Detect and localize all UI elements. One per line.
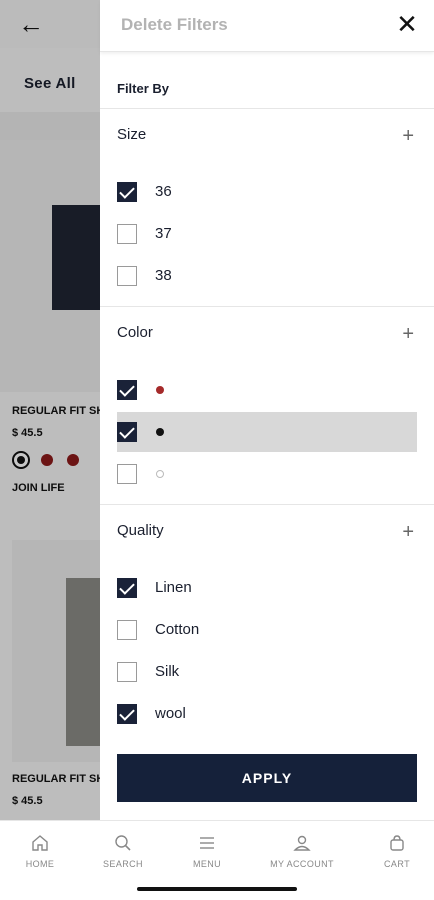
nav-cart[interactable]: CART xyxy=(357,833,434,869)
cart-icon xyxy=(390,835,404,851)
quality-option-wool[interactable]: wool xyxy=(117,694,417,734)
option-label: Silk xyxy=(155,663,180,680)
nav-label: MY ACCOUNT xyxy=(270,859,334,869)
plus-icon[interactable]: + xyxy=(402,126,414,146)
checkbox[interactable] xyxy=(117,266,137,286)
checkbox[interactable] xyxy=(117,224,137,244)
checkbox-checked[interactable] xyxy=(117,182,137,202)
color-dot-black xyxy=(156,428,164,436)
search-icon xyxy=(115,835,131,851)
checkbox-checked[interactable] xyxy=(117,422,137,442)
size-option-36[interactable]: 36 xyxy=(117,172,417,212)
option-label: 38 xyxy=(155,267,172,284)
filter-panel: Delete Filters ✕ Filter By Size + 36 37 … xyxy=(100,0,434,820)
checkbox-checked[interactable] xyxy=(117,578,137,598)
divider xyxy=(100,108,434,109)
divider xyxy=(100,504,434,505)
option-label: 37 xyxy=(155,225,172,242)
nav-my-account[interactable]: MY ACCOUNT xyxy=(262,833,342,869)
nav-label: CART xyxy=(384,859,410,869)
color-dot-white xyxy=(156,470,164,478)
home-icon xyxy=(32,835,48,851)
section-title-quality[interactable]: Quality xyxy=(117,522,164,539)
checkbox[interactable] xyxy=(117,662,137,682)
home-indicator[interactable] xyxy=(137,887,297,891)
apply-button[interactable]: APPLY xyxy=(117,754,417,802)
section-title-size[interactable]: Size xyxy=(117,126,146,143)
checkbox[interactable] xyxy=(117,464,137,484)
size-option-38[interactable]: 38 xyxy=(117,256,417,296)
quality-option-silk[interactable]: Silk xyxy=(117,652,417,692)
color-option-red[interactable] xyxy=(117,370,417,410)
quality-option-cotton[interactable]: Cotton xyxy=(117,610,417,650)
color-option-black[interactable] xyxy=(117,412,417,452)
option-label: wool xyxy=(155,705,186,722)
nav-menu[interactable]: MENU xyxy=(167,833,247,869)
section-title-color[interactable]: Color xyxy=(117,324,153,341)
checkbox-checked[interactable] xyxy=(117,704,137,724)
checkbox-checked[interactable] xyxy=(117,380,137,400)
divider xyxy=(100,306,434,307)
delete-filters-button[interactable]: Delete Filters xyxy=(121,15,228,35)
option-label: 36 xyxy=(155,183,172,200)
color-dot-red xyxy=(156,386,164,394)
filter-panel-header: Delete Filters ✕ xyxy=(100,0,434,52)
account-icon xyxy=(293,835,311,851)
menu-icon xyxy=(200,837,214,849)
size-option-37[interactable]: 37 xyxy=(117,214,417,254)
nav-label: SEARCH xyxy=(103,859,143,869)
quality-option-linen[interactable]: Linen xyxy=(117,568,417,608)
checkbox[interactable] xyxy=(117,620,137,640)
color-option-white[interactable] xyxy=(117,454,417,494)
nav-label: MENU xyxy=(192,859,222,869)
nav-label: HOME xyxy=(25,859,55,869)
option-label: Cotton xyxy=(155,621,200,638)
nav-home[interactable]: HOME xyxy=(0,833,80,869)
filter-by-heading: Filter By xyxy=(117,81,170,96)
plus-icon[interactable]: + xyxy=(402,324,414,344)
option-label: Linen xyxy=(155,579,192,596)
nav-search[interactable]: SEARCH xyxy=(83,833,163,869)
close-icon[interactable]: ✕ xyxy=(394,11,420,38)
plus-icon[interactable]: + xyxy=(402,522,414,542)
